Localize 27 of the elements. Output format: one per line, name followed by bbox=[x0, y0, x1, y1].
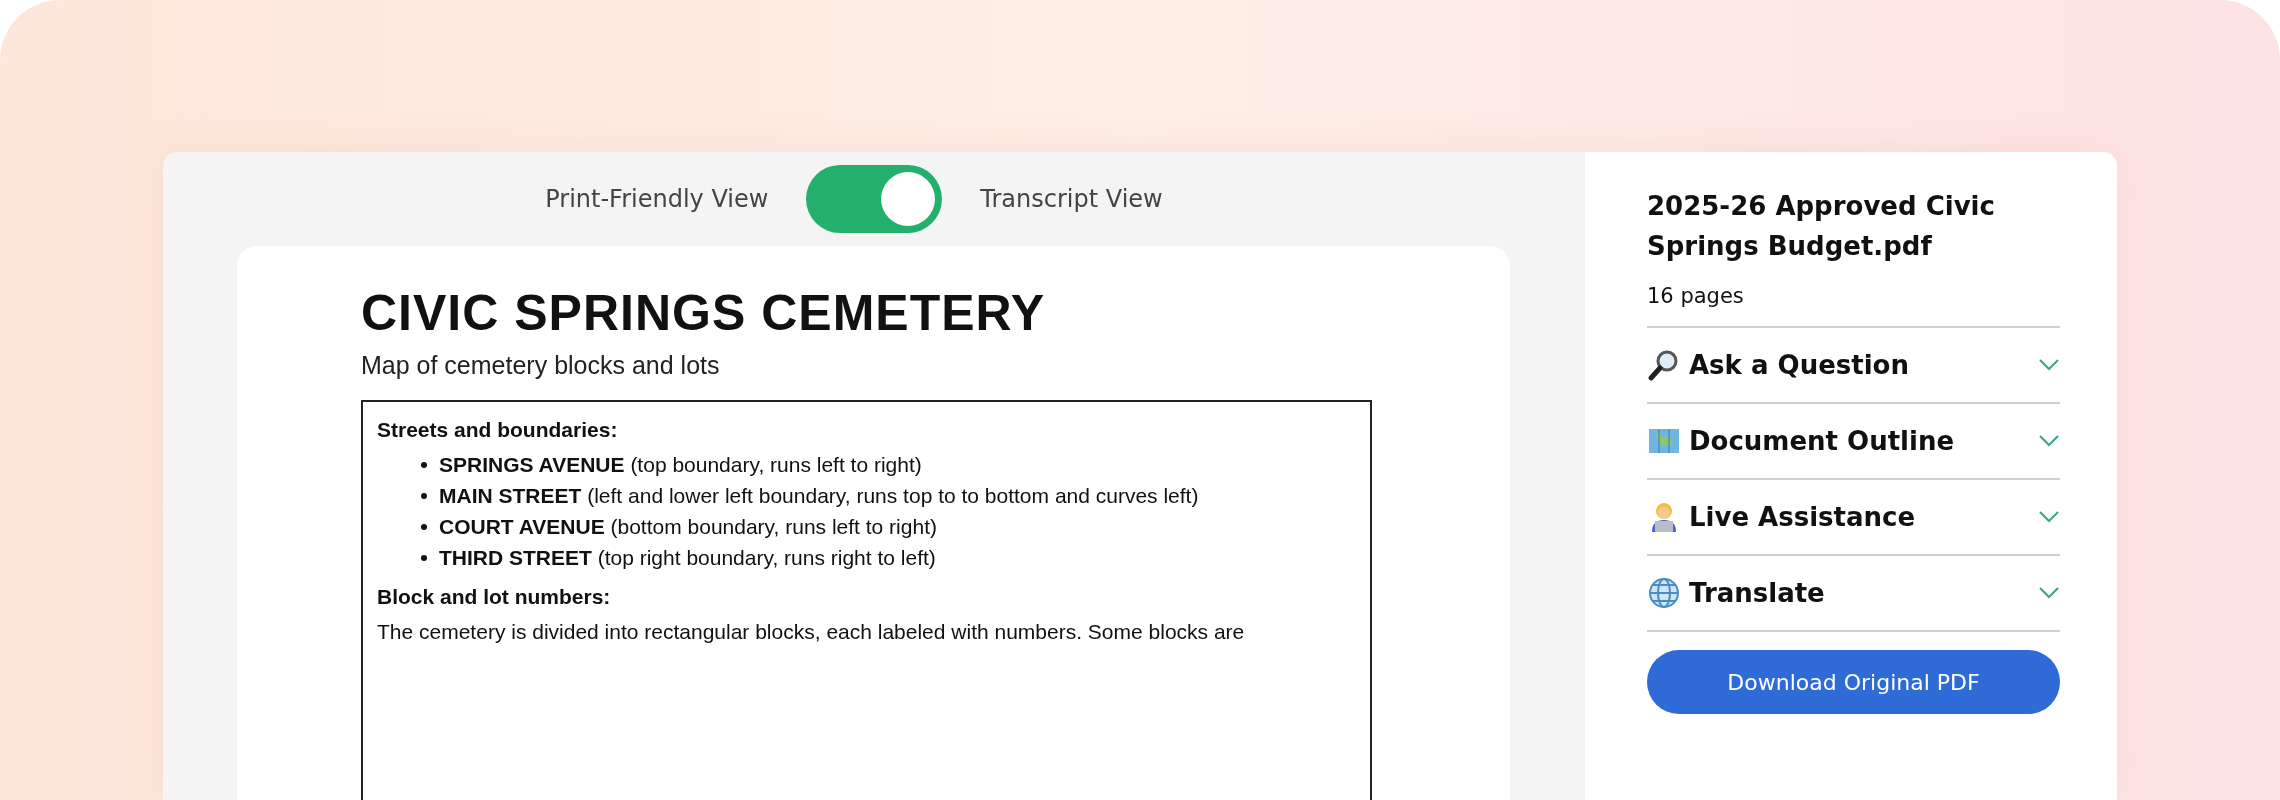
section-heading: Streets and boundaries: bbox=[377, 418, 619, 442]
bullet-icon bbox=[421, 493, 427, 499]
paragraph: The cemetery is divided into rectangular blocks, each labeled with numbers. Some blocks are bbox=[377, 619, 1246, 645]
bullet-icon bbox=[421, 555, 427, 561]
bullet-icon bbox=[421, 462, 427, 468]
document-title: CIVIC SPRINGS CEMETERY bbox=[361, 286, 1047, 341]
accordion-item[interactable]: Translate bbox=[1647, 554, 2060, 630]
toggle-label: Print-Friendly View bbox=[545, 185, 769, 213]
chevron-down-icon bbox=[2038, 586, 2060, 600]
accordion-item[interactable]: Live Assistance bbox=[1647, 478, 2060, 554]
bullet-text: COURT AVENUE (bottom boundary, runs left to right) bbox=[439, 514, 937, 540]
download-button[interactable]: Download Original PDF bbox=[1647, 650, 2060, 714]
chevron-down-icon bbox=[2038, 358, 2060, 372]
accordion-item[interactable]: Document Outline bbox=[1647, 402, 2060, 478]
chevron-down-icon bbox=[2038, 510, 2060, 524]
section-heading: Block and lot numbers: bbox=[377, 585, 612, 609]
page-count: 16 pages bbox=[1647, 284, 1745, 308]
accordion-item[interactable]: Ask a Question bbox=[1647, 326, 2060, 402]
bullet-icon bbox=[421, 524, 427, 530]
chevron-down-icon bbox=[2038, 434, 2060, 448]
bullet-text: THIRD STREET (top right boundary, runs right to left) bbox=[439, 545, 936, 571]
toggle-label: Transcript View bbox=[980, 185, 1163, 213]
document-subtitle: Map of cemetery blocks and lots bbox=[361, 351, 721, 380]
file-name: 2025-26 Approved Civic Springs Budget.pdf bbox=[1647, 190, 1996, 263]
globe-icon bbox=[1647, 576, 1681, 610]
bullet-text: SPRINGS AVENUE (top boundary, runs left to right) bbox=[439, 452, 922, 478]
bullet-text: MAIN STREET (left and lower left boundary, runs top to to bottom and curves left) bbox=[439, 483, 1199, 509]
